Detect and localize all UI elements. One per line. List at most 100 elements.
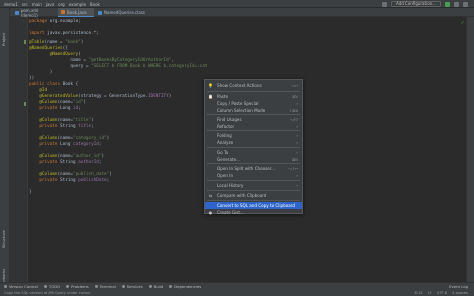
menu-item-column-selection-mode[interactable]: Column Selection Mode ⇧⌘8 (205, 107, 302, 114)
menu-item-local-history[interactable]: Local History › (205, 182, 302, 189)
code-token: (name= (57, 172, 73, 177)
code-token: Long (57, 142, 73, 147)
menu-item-label: Create Gist... (217, 210, 244, 215)
tool-window-services[interactable]: Services (121, 284, 143, 289)
structure-tool-button[interactable]: Structure (1, 230, 6, 248)
tab-book-java[interactable]: Book.java (58, 8, 94, 17)
code-token: (name= (57, 136, 73, 141)
menu-item-go-to[interactable]: Go To › (205, 149, 302, 156)
code-token: }) (29, 76, 35, 81)
code-token: private (29, 142, 58, 147)
hammer-icon[interactable] (382, 1, 388, 7)
code-token: public class (29, 82, 61, 87)
code-token: @Column (29, 154, 58, 159)
caret-position[interactable]: 8:15 (415, 291, 423, 295)
chevron-right-icon: › (296, 150, 298, 155)
menu-item-open-in[interactable]: Open In › (205, 172, 302, 179)
tab-namedqueries-class[interactable]: NamedQueries.class (95, 8, 151, 17)
tool-window-icon (148, 285, 152, 288)
search-icon[interactable] (463, 1, 468, 7)
menu-separator (207, 147, 300, 148)
menu-item-convert-to-sql-and-copy-to-clipboard[interactable]: Convert to SQL and Copy to Clipboard (205, 202, 302, 209)
file-encoding[interactable]: UTF-8 (437, 291, 447, 295)
menu-item-find-usages[interactable]: Find Usages ⌥F7 (205, 116, 302, 123)
indent-setting[interactable]: 4 spaces (452, 291, 468, 295)
code-token: "book" (65, 40, 81, 45)
menu-item-label: Copy / Paste Special (217, 101, 259, 106)
chevron-right-icon: › (296, 183, 298, 188)
menu-item-shortcut: ⌥⇧↩ (287, 166, 298, 171)
chevron-right-icon: › (296, 101, 298, 106)
menu-item-compare-with-clipboard[interactable]: ⇆ Compare with Clipboard (205, 192, 302, 199)
tool-window-problems[interactable]: Problems (66, 284, 89, 289)
code-token: "author_id" (73, 154, 102, 159)
compare-icon: ⇆ (208, 193, 213, 198)
code-token: (name = (44, 40, 66, 45)
tool-window-todo[interactable]: TODO (43, 284, 60, 289)
code-line[interactable]: private Long id; (29, 106, 81, 112)
menu-item-refactor[interactable]: Refactor › (205, 123, 302, 130)
menu-item-folding[interactable]: Folding › (205, 132, 302, 139)
code-line[interactable]: private Long categoryId; (29, 142, 101, 148)
tool-window-terminal[interactable]: Terminal (94, 284, 116, 289)
project-tool-button[interactable]: Project (1, 33, 6, 46)
code-token: ) (101, 154, 105, 159)
line-gutter[interactable] (10, 17, 28, 282)
code-token: String (57, 160, 79, 165)
menu-item-label: Column Selection Mode (217, 108, 266, 113)
debug-icon[interactable] (454, 1, 459, 7)
breadcrumb-item[interactable]: main (32, 2, 42, 7)
tool-window-icon (169, 285, 173, 288)
menu-separator (207, 130, 300, 131)
tool-window-dependencies[interactable]: Dependencies (169, 284, 201, 289)
right-tool-strip (466, 17, 474, 282)
tool-window-icon (66, 285, 70, 288)
tool-window-label: Dependencies (174, 284, 202, 289)
tab-pom-xml[interactable]: pom.xml (demo1) (12, 7, 58, 18)
breadcrumb-item[interactable]: src (22, 2, 28, 7)
clipboard-icon: 📋 (208, 94, 213, 99)
breadcrumb-item[interactable]: Book (90, 2, 100, 7)
tool-window-version-control[interactable]: Version Control (4, 284, 38, 289)
code-line[interactable]: } (29, 190, 32, 196)
code-token: "title" (73, 118, 92, 123)
chevron-right-icon: › (296, 124, 298, 129)
breadcrumb-item[interactable]: java (46, 2, 54, 7)
code-line[interactable]: private String publishDate; (29, 178, 109, 184)
code-line[interactable]: private String authorId; (29, 160, 101, 166)
code-line[interactable]: import javax.persistence.*; (29, 31, 99, 37)
code-line[interactable]: query = "SELECT b FROM Book b WHERE b.ca… (29, 64, 208, 70)
menu-item-label: Show Context Actions (217, 83, 262, 88)
breadcrumb-item[interactable]: org (58, 2, 65, 7)
code-token: "SELECT b FROM Book b WHERE b.categoryId… (91, 64, 208, 69)
code-token: ( (78, 52, 81, 57)
tab-label: pom.xml (demo1) (20, 7, 39, 18)
menu-item-open-in-split-with-chooser[interactable]: Open In Split with Chooser... ⌥⇧↩ (205, 165, 302, 172)
code-token: @NamedQueries (29, 46, 63, 51)
run-icon[interactable] (445, 1, 450, 7)
menu-item-copy-paste-special[interactable]: Copy / Paste Special › (205, 100, 302, 107)
breadcrumb-item[interactable]: example (69, 2, 86, 7)
menu-item-label: Refactor (217, 124, 235, 129)
menu-item-generate[interactable]: Generate... ⌘N (205, 156, 302, 163)
menu-item-create-gist[interactable]: ● Create Gist... (205, 209, 302, 216)
menu-separator (207, 200, 300, 201)
code-token: ; (78, 106, 81, 111)
code-line[interactable]: package org.example; (29, 19, 81, 25)
code-token: "publish_date" (73, 172, 110, 177)
menu-item-show-context-actions[interactable]: 💡 Show Context Actions ⌥↩ (205, 82, 302, 89)
run-configuration-dropdown[interactable]: Add Configuration... (391, 1, 441, 7)
event-log-button[interactable]: Event Log (449, 284, 468, 289)
line-separator[interactable]: LF (428, 291, 432, 295)
tool-window-build[interactable]: Build (148, 284, 163, 289)
menu-item-paste[interactable]: 📋 Paste ⌘V (205, 93, 302, 100)
code-line[interactable]: private String title; (29, 124, 93, 130)
chevron-right-icon: › (296, 173, 298, 178)
menu-item-analyze[interactable]: Analyze › (205, 139, 302, 146)
code-token: "id" (73, 100, 84, 105)
github-icon: ● (208, 210, 213, 215)
breadcrumb-item[interactable]: demo1 (4, 2, 18, 7)
code-token: String (57, 124, 79, 129)
menu-item-label: Convert to SQL and Copy to Clipboard (217, 203, 295, 208)
menu-item-label: Compare with Clipboard (217, 193, 267, 198)
